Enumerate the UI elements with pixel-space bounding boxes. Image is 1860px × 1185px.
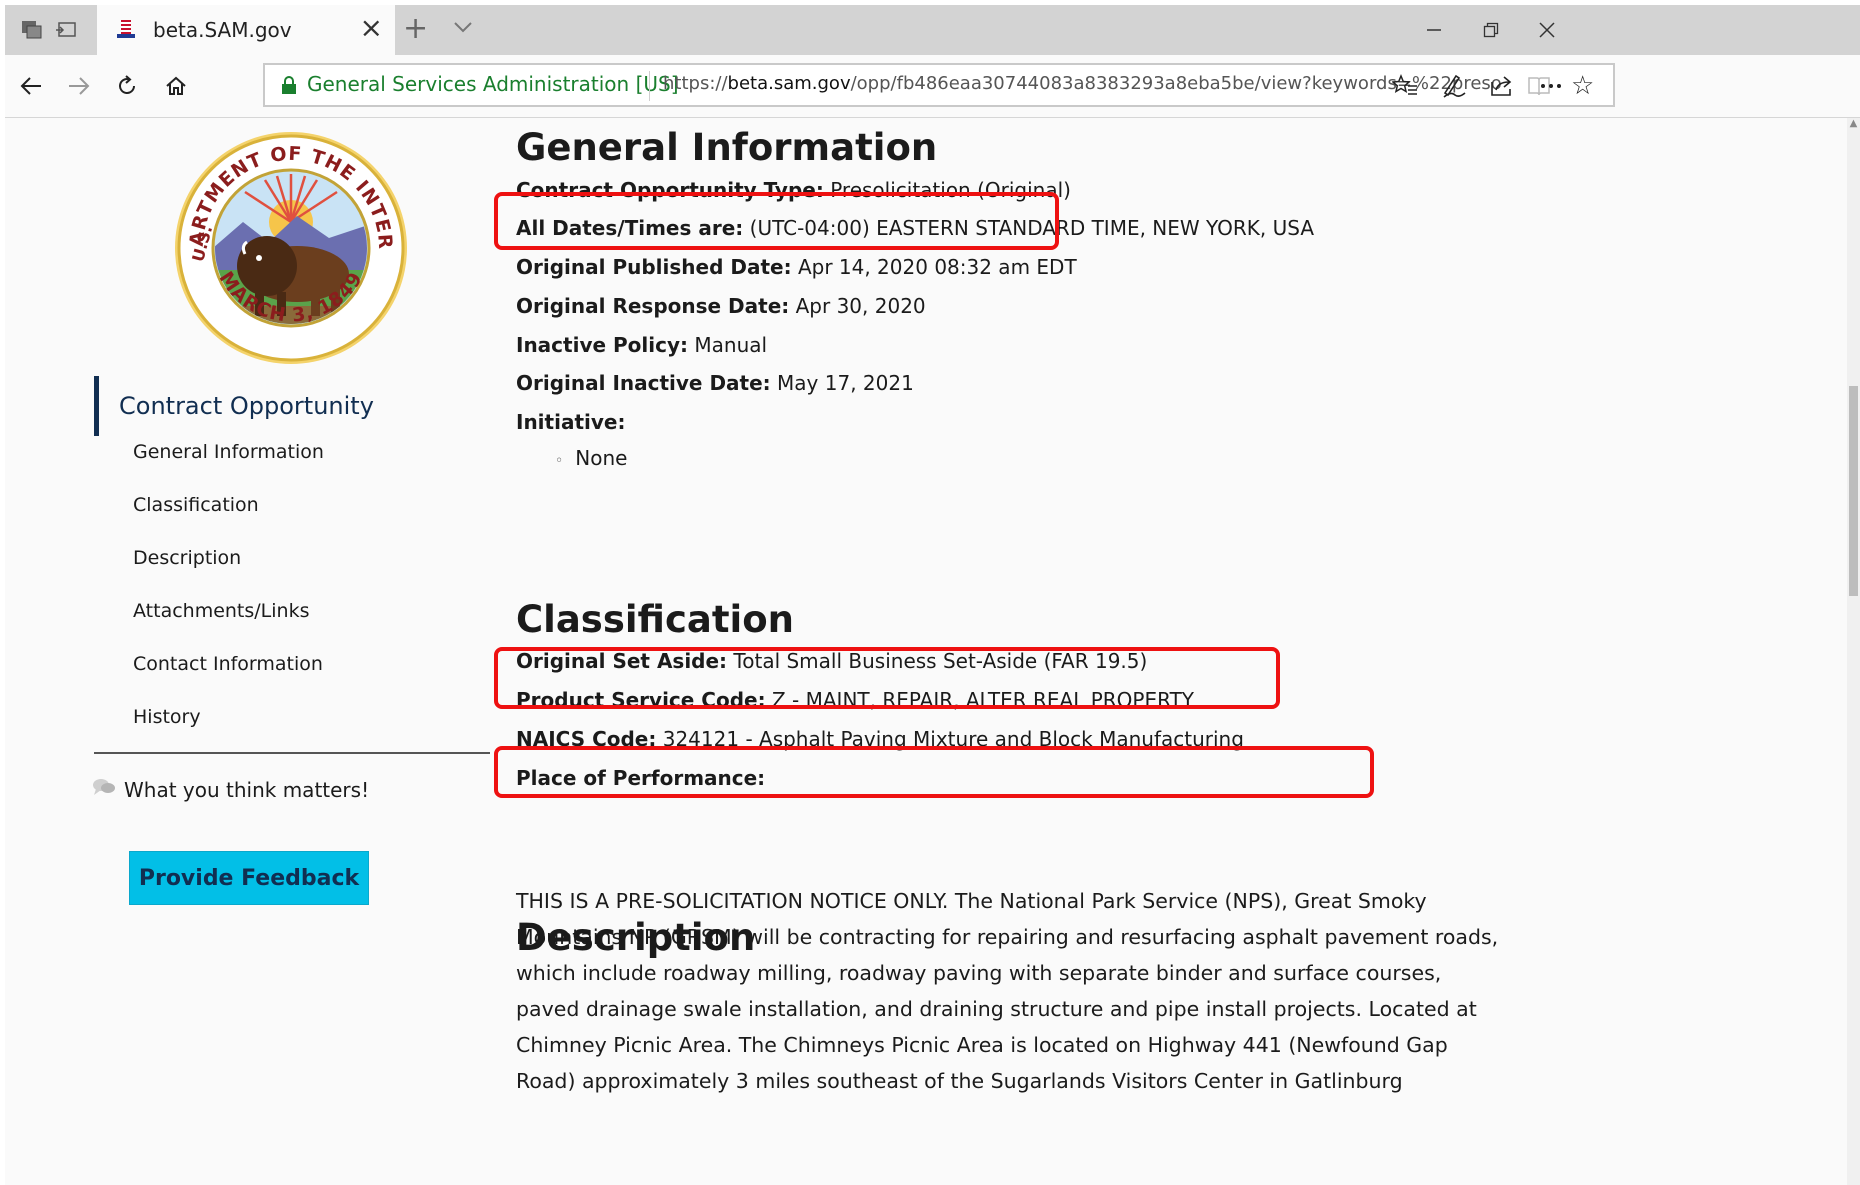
certificate-label[interactable]: General Services Administration [US] (307, 72, 679, 96)
scroll-up-icon[interactable]: ▲ (1847, 118, 1860, 132)
initiative-row: Initiative: (516, 410, 625, 434)
lock-icon[interactable] (281, 75, 297, 95)
sidebar-item-classification[interactable]: Classification (133, 494, 259, 516)
description-line: Chimney Picnic Area. The Chimneys Picnic… (516, 1033, 1448, 1057)
browser-window: beta.SAM.gov × + General Services Admini… (5, 5, 1860, 1185)
field-value: May 17, 2021 (777, 371, 914, 395)
sidebar-item-history[interactable]: History (133, 706, 201, 728)
field-value: Manual (694, 333, 768, 357)
tab-close-icon[interactable]: × (360, 13, 383, 43)
highlight-box-set-aside (494, 647, 1280, 709)
minimize-icon[interactable] (1419, 15, 1449, 45)
set-aside-tabs-icon[interactable] (51, 15, 81, 45)
restore-icon[interactable] (1476, 15, 1506, 45)
highlight-box-naics-code (494, 746, 1374, 798)
description-text: THIS IS A PRE-SOLICITATION NOTICE ONLY. … (516, 883, 1499, 1099)
sidebar-item-description[interactable]: Description (133, 547, 241, 569)
favorites-list-icon[interactable] (1385, 66, 1425, 106)
forward-arrow-icon[interactable] (59, 66, 99, 106)
field-value: Apr 30, 2020 (795, 294, 926, 318)
description-line: Road) approximately 3 miles southeast of… (516, 1069, 1403, 1093)
description-line: THIS IS A PRE-SOLICITATION NOTICE ONLY. … (516, 889, 1427, 913)
chat-bubbles-icon (93, 779, 115, 795)
address-separator (649, 71, 650, 101)
section-heading-general-information: General Information (516, 126, 938, 169)
favorite-star-icon[interactable]: ☆ (1571, 71, 1594, 101)
home-icon[interactable] (156, 66, 196, 106)
back-arrow-icon[interactable] (11, 66, 51, 106)
uncle-sam-hat-icon (117, 20, 135, 38)
bullet-icon: ◦ (555, 453, 564, 469)
sidebar-item-general-information[interactable]: General Information (133, 441, 324, 463)
initiative-list-item: ◦ None (555, 446, 627, 470)
field-label: Original Inactive Date: (516, 371, 771, 395)
field-value: None (575, 446, 628, 470)
vertical-scrollbar[interactable]: ▲ (1847, 118, 1860, 1185)
sidebar-divider (94, 752, 490, 754)
description-line: which include roadway milling, roadway p… (516, 961, 1442, 985)
url-host: beta.sam.gov (727, 73, 851, 94)
sidebar-title[interactable]: Contract Opportunity (119, 392, 374, 420)
description-line: paved drainage swale installation, and d… (516, 997, 1477, 1021)
tab-beta-sam[interactable]: beta.SAM.gov × (97, 5, 395, 55)
description-line: Mountains NP (GRSM) will be contracting … (516, 925, 1499, 949)
sidebar-active-indicator (94, 376, 99, 436)
field-label: Inactive Policy: (516, 333, 689, 357)
scrollbar-thumb[interactable] (1849, 386, 1858, 596)
feedback-prompt: What you think matters! (124, 778, 370, 802)
window-close-icon[interactable] (1532, 15, 1562, 45)
section-heading-classification: Classification (516, 598, 794, 641)
provide-feedback-button[interactable]: Provide Feedback (129, 851, 369, 905)
navigation-bar: General Services Administration [US] htt… (5, 55, 1860, 118)
new-tab-icon[interactable]: + (403, 14, 428, 44)
more-options-icon[interactable] (1531, 66, 1571, 106)
field-label: Original Response Date: (516, 294, 790, 318)
pen-notes-icon[interactable] (1434, 66, 1474, 106)
tab-bar: beta.SAM.gov × + (5, 5, 1860, 55)
published-date-row: Original Published Date: Apr 14, 2020 08… (516, 255, 1077, 279)
doi-seal-logo: DEPARTMENT OF THE INTERIOR U.S. MARCH 3,… (173, 130, 407, 364)
sidebar-item-attachments-links[interactable]: Attachments/Links (133, 600, 310, 622)
share-icon[interactable] (1482, 66, 1522, 106)
url-text[interactable]: https://beta.sam.gov/opp/fb486eaa3074408… (663, 73, 1503, 94)
response-date-row: Original Response Date: Apr 30, 2020 (516, 294, 926, 318)
tab-title: beta.SAM.gov (153, 18, 292, 42)
chevron-down-icon[interactable] (451, 15, 475, 39)
inactive-policy-row: Inactive Policy: Manual (516, 333, 767, 357)
url-prefix: https:// (663, 73, 728, 94)
field-value: Apr 14, 2020 08:32 am EDT (797, 255, 1077, 279)
inactive-date-row: Original Inactive Date: May 17, 2021 (516, 371, 914, 395)
field-label: Initiative: (516, 410, 626, 434)
tab-actions-icon[interactable] (17, 15, 47, 45)
sidebar-item-contact-information[interactable]: Contact Information (133, 653, 323, 675)
highlight-box-opportunity-type (494, 192, 1059, 250)
refresh-icon[interactable] (107, 66, 147, 106)
field-label: Original Published Date: (516, 255, 792, 279)
